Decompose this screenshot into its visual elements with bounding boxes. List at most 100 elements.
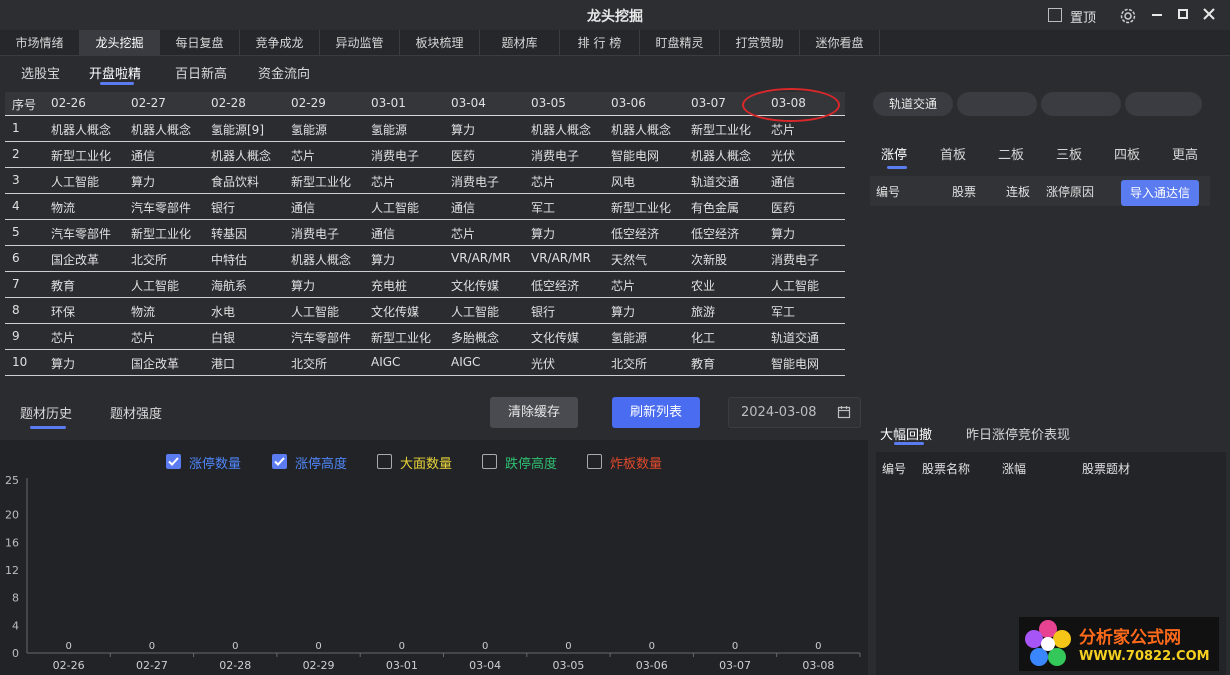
tab-theme-strength[interactable]: 题材强度 — [110, 403, 162, 422]
table-cell[interactable]: 国企改革 — [51, 251, 99, 268]
table-cell[interactable]: 算力 — [291, 277, 315, 294]
legend-checkbox[interactable] — [377, 454, 392, 469]
table-cell[interactable]: 芯片 — [531, 173, 555, 190]
rtab-second-board[interactable]: 二板 — [998, 144, 1024, 163]
tab-anomaly-watch[interactable]: 异动监管 — [320, 30, 400, 56]
rtab-yesterday-auction[interactable]: 昨日涨停竞价表现 — [966, 424, 1070, 443]
refresh-list-button[interactable]: 刷新列表 — [612, 397, 700, 428]
table-cell[interactable]: VR/AR/MR — [451, 251, 511, 265]
legend-checkbox[interactable] — [272, 454, 287, 469]
rtab-higher[interactable]: 更高 — [1172, 144, 1198, 163]
table-cell[interactable]: 银行 — [531, 303, 555, 320]
table-cell[interactable]: 新型工业化 — [291, 173, 351, 190]
table-cell[interactable]: 人工智能 — [51, 173, 99, 190]
table-cell[interactable]: 水电 — [211, 303, 235, 320]
table-cell[interactable]: 转基因 — [211, 225, 247, 242]
tab-competition[interactable]: 竞争成龙 — [240, 30, 320, 56]
rtab-fourth-board[interactable]: 四板 — [1114, 144, 1140, 163]
table-cell[interactable]: 芯片 — [131, 329, 155, 346]
tab-watch-sprite[interactable]: 盯盘精灵 — [640, 30, 720, 56]
table-cell[interactable]: 机器人概念 — [531, 121, 591, 138]
table-cell[interactable]: 文化传媒 — [451, 277, 499, 294]
table-cell[interactable]: 芯片 — [771, 121, 795, 138]
table-cell[interactable]: 机器人概念 — [51, 121, 111, 138]
tab-leader-mining[interactable]: 龙头挖掘 — [80, 30, 160, 56]
table-cell[interactable]: 旅游 — [691, 303, 715, 320]
table-cell[interactable]: 新型工业化 — [691, 121, 751, 138]
table-cell[interactable]: 北交所 — [611, 355, 647, 372]
table-cell[interactable]: 消费电子 — [771, 251, 819, 268]
table-cell[interactable]: 智能电网 — [771, 355, 819, 372]
table-cell[interactable]: 算力 — [771, 225, 795, 242]
table-cell[interactable]: 人工智能 — [451, 303, 499, 320]
table-cell[interactable]: 新型工业化 — [131, 225, 191, 242]
table-cell[interactable]: 机器人概念 — [211, 147, 271, 164]
table-cell[interactable]: 消费电子 — [531, 147, 579, 164]
tab-daily-review[interactable]: 每日复盘 — [160, 30, 240, 56]
rtab-big-pullback[interactable]: 大幅回撤 — [880, 424, 932, 443]
table-cell[interactable]: 汽车零部件 — [291, 329, 351, 346]
table-cell[interactable]: 消费电子 — [291, 225, 339, 242]
table-cell[interactable]: 轨道交通 — [771, 329, 819, 346]
maximize-icon[interactable] — [1176, 7, 1190, 21]
pill-3[interactable] — [1125, 92, 1202, 116]
table-cell[interactable]: 环保 — [51, 303, 75, 320]
table-cell[interactable]: 教育 — [691, 355, 715, 372]
table-cell[interactable]: 军工 — [531, 199, 555, 216]
settings-gear-icon[interactable] — [1118, 6, 1138, 26]
table-cell[interactable]: 化工 — [691, 329, 715, 346]
subtab-100day-high[interactable]: 百日新高 — [175, 63, 227, 82]
table-cell[interactable]: 算力 — [611, 303, 635, 320]
table-cell[interactable]: VR/AR/MR — [531, 251, 591, 265]
table-cell[interactable]: 新型工业化 — [51, 147, 111, 164]
table-cell[interactable]: 多胎概念 — [451, 329, 499, 346]
clear-cache-button[interactable]: 清除缓存 — [490, 397, 578, 428]
rtab-first-board[interactable]: 首板 — [940, 144, 966, 163]
tab-market-sentiment[interactable]: 市场情绪 — [0, 30, 80, 56]
pin-checkbox[interactable] — [1048, 8, 1062, 22]
table-cell[interactable]: 低空经济 — [611, 225, 659, 242]
table-cell[interactable]: 算力 — [51, 355, 75, 372]
calendar-icon[interactable] — [837, 405, 851, 419]
rtab-limit-up[interactable]: 涨停 — [881, 144, 907, 163]
table-cell[interactable]: 国企改革 — [131, 355, 179, 372]
legend-checkbox[interactable] — [587, 454, 602, 469]
table-cell[interactable]: 医药 — [451, 147, 475, 164]
table-cell[interactable]: 充电桩 — [371, 277, 407, 294]
table-cell[interactable]: 人工智能 — [771, 277, 819, 294]
tab-ranking[interactable]: 排 行 榜 — [560, 30, 640, 56]
table-cell[interactable]: 通信 — [131, 147, 155, 164]
date-picker[interactable]: 2024-03-08 — [728, 397, 861, 428]
table-cell[interactable]: 风电 — [611, 173, 635, 190]
table-cell[interactable]: 有色金属 — [691, 199, 739, 216]
table-cell[interactable]: 天然气 — [611, 251, 647, 268]
rtab-third-board[interactable]: 三板 — [1056, 144, 1082, 163]
table-cell[interactable]: 医药 — [771, 199, 795, 216]
table-cell[interactable]: 芯片 — [611, 277, 635, 294]
table-cell[interactable]: 银行 — [211, 199, 235, 216]
table-cell[interactable]: 算力 — [371, 251, 395, 268]
pill-0[interactable]: 轨道交通 — [873, 92, 953, 116]
table-cell[interactable]: 港口 — [211, 355, 235, 372]
tab-theme-library[interactable]: 题材库 — [480, 30, 560, 56]
tab-theme-history[interactable]: 题材历史 — [20, 403, 72, 422]
table-cell[interactable]: 芯片 — [51, 329, 75, 346]
table-cell[interactable]: 芯片 — [371, 173, 395, 190]
table-cell[interactable]: 物流 — [51, 199, 75, 216]
pill-1[interactable] — [957, 92, 1037, 116]
minimize-icon[interactable] — [1150, 8, 1164, 22]
table-cell[interactable]: 光伏 — [531, 355, 555, 372]
table-cell[interactable]: 低空经济 — [691, 225, 739, 242]
table-cell[interactable]: 算力 — [451, 121, 475, 138]
table-cell[interactable]: 氢能源 — [611, 329, 647, 346]
table-cell[interactable]: 新型工业化 — [371, 329, 431, 346]
table-cell[interactable]: 低空经济 — [531, 277, 579, 294]
table-cell[interactable]: 物流 — [131, 303, 155, 320]
table-cell[interactable]: 海航系 — [211, 277, 247, 294]
table-cell[interactable]: 机器人概念 — [131, 121, 191, 138]
table-cell[interactable]: AIGC — [451, 355, 480, 369]
subtab-xuangubao[interactable]: 选股宝 — [21, 63, 60, 82]
table-cell[interactable]: 通信 — [371, 225, 395, 242]
table-cell[interactable]: 文化传媒 — [371, 303, 419, 320]
subtab-kaipanla[interactable]: 开盘啦精 — [89, 63, 141, 82]
